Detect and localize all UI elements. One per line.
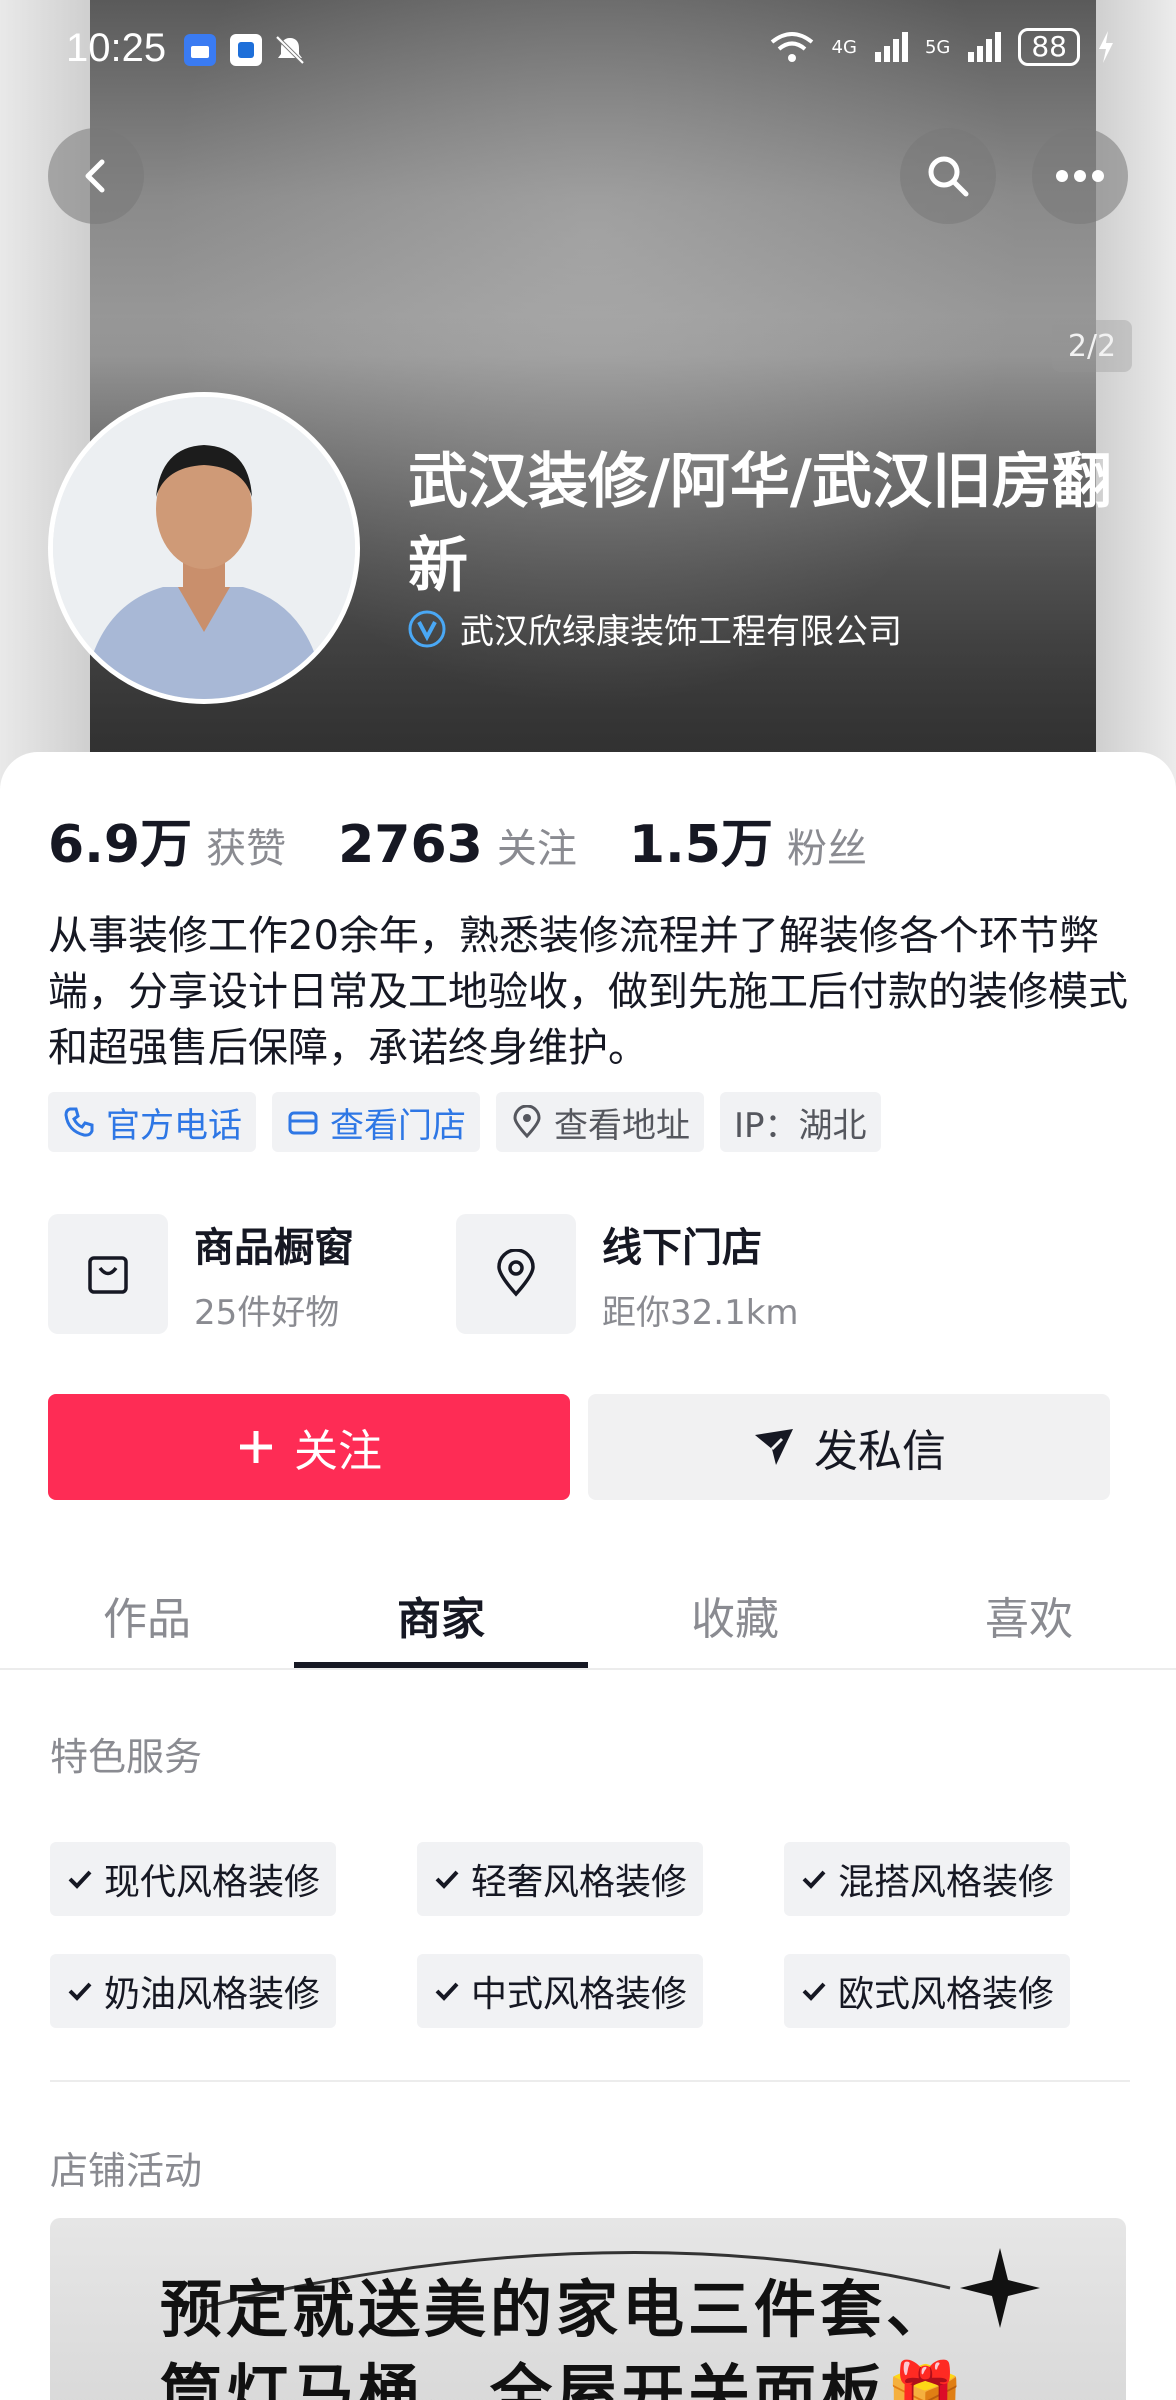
tag-label: IP：湖北 — [734, 1105, 867, 1146]
company-verification[interactable]: 武汉欣绿康装饰工程有限公司 — [408, 604, 902, 653]
likes-count: 6.9万 — [48, 815, 193, 875]
app-notification-icon — [184, 34, 216, 66]
follow-label: 关注 — [294, 1426, 382, 1477]
more-button[interactable] — [1032, 128, 1128, 224]
profile-name: 武汉装修/阿华/武汉旧房翻新 — [408, 447, 1112, 601]
company-name: 武汉欣绿康装饰工程有限公司 — [460, 612, 902, 652]
app-notification-icon-2 — [230, 34, 262, 66]
plus-icon — [240, 1431, 272, 1463]
store-icon — [288, 1111, 318, 1135]
message-label: 发私信 — [814, 1426, 946, 1477]
tab-works[interactable]: 作品 — [0, 1560, 294, 1670]
tab-likes[interactable]: 喜欢 — [882, 1560, 1176, 1670]
battery-indicator: 88 — [1018, 28, 1080, 66]
service-label: 混搭风格装修 — [838, 1862, 1055, 1903]
tag-ip-location: IP：湖北 — [720, 1092, 881, 1152]
search-button[interactable] — [900, 128, 996, 224]
signal-icon — [874, 32, 908, 62]
tab-merchant[interactable]: 商家 — [294, 1560, 588, 1670]
services-title: 特色服务 — [50, 1735, 203, 1779]
avatar-person-image — [53, 397, 355, 699]
more-dots-icon — [1056, 170, 1104, 182]
service-label: 轻奢风格装修 — [471, 1862, 688, 1903]
service-label: 中式风格装修 — [471, 1974, 688, 2015]
charging-icon — [1099, 31, 1113, 63]
service-chip[interactable]: 轻奢风格装修 — [417, 1842, 704, 1916]
store-title: 线下门店 — [602, 1224, 762, 1271]
activities-title: 店铺活动 — [50, 2149, 203, 2193]
profile-page: 10:25 4G 5G 88 2/2 武汉装修/阿华/武汉旧房翻新 武汉欣绿康装… — [0, 0, 1176, 2400]
stats-row: 6.9万 获赞 2763 关注 1.5万 粉丝 — [48, 802, 919, 877]
banner-line-2: 筒灯马桶、全屋开关面板🎁 — [160, 2357, 968, 2400]
service-label: 欧式风格装修 — [838, 1974, 1055, 2015]
location-icon — [497, 1249, 535, 1297]
check-icon — [68, 1982, 92, 2001]
service-chip[interactable]: 混搭风格装修 — [784, 1842, 1071, 1916]
shopping-bag-icon — [88, 1256, 128, 1294]
service-label: 现代风格装修 — [104, 1862, 321, 1903]
showcase-subtitle: 25件好物 — [194, 1292, 340, 1333]
check-icon — [68, 1870, 92, 1889]
cover-edge-right — [1096, 0, 1176, 790]
send-icon — [755, 1429, 793, 1465]
tag-label: 查看地址 — [554, 1105, 690, 1146]
phone-icon — [64, 1107, 94, 1137]
location-pin-icon — [513, 1105, 541, 1139]
following-label[interactable]: 关注 — [497, 816, 577, 874]
banner-text: 预定就送美的家电三件套、 筒灯马桶、全屋开关面板🎁 — [160, 2268, 1110, 2400]
profile-tabs: 作品 商家 收藏 喜欢 — [0, 1560, 1176, 1670]
back-button[interactable] — [48, 128, 144, 224]
profile-bio: 从事装修工作20余年，熟悉装修流程并了解装修各个环节弊端，分享设计日常及工地验收… — [48, 913, 1128, 1071]
avatar[interactable] — [48, 392, 360, 704]
tag-view-address[interactable]: 查看地址 — [496, 1092, 704, 1152]
store-icon-box — [456, 1214, 576, 1334]
service-label: 奶油风格装修 — [104, 1974, 321, 2015]
cover-edge-left — [0, 0, 90, 790]
cover-page-indicator: 2/2 — [1052, 320, 1132, 372]
back-arrow-icon — [85, 159, 105, 193]
tag-label: 官方电话 — [106, 1105, 242, 1146]
check-icon — [802, 1870, 826, 1889]
product-showcase-entry[interactable]: 商品橱窗 25件好物 — [48, 1214, 354, 1334]
likes-label: 获赞 — [206, 826, 287, 872]
service-chip[interactable]: 欧式风格装修 — [784, 1954, 1071, 2028]
status-bar: 10:25 4G 5G 88 — [0, 0, 1176, 100]
tag-view-store[interactable]: 查看门店 — [272, 1092, 480, 1152]
following-count[interactable]: 2763 — [338, 815, 483, 875]
profile-tags: 官方电话 查看门店 查看地址 IP：湖北 — [48, 1092, 881, 1152]
wifi-icon — [770, 32, 813, 62]
search-icon — [928, 156, 969, 197]
signal-icon-2 — [968, 32, 1002, 62]
section-divider — [50, 2080, 1130, 2082]
activity-banner[interactable]: 预定就送美的家电三件套、 筒灯马桶、全屋开关面板🎁 — [50, 2218, 1126, 2400]
tag-label: 查看门店 — [330, 1105, 466, 1146]
message-button[interactable]: 发私信 — [588, 1394, 1110, 1500]
check-icon — [435, 1870, 459, 1889]
offline-store-entry[interactable]: 线下门店 距你32.1km — [456, 1214, 799, 1334]
status-right-cluster: 4G 5G 88 — [768, 28, 1116, 66]
active-tab-indicator — [294, 1662, 588, 1668]
followers-label[interactable]: 粉丝 — [787, 816, 867, 874]
network-5g-label: 5G — [924, 36, 951, 58]
service-chip[interactable]: 中式风格装修 — [417, 1954, 704, 2028]
tag-official-phone[interactable]: 官方电话 — [48, 1092, 256, 1152]
showcase-icon-box — [48, 1214, 168, 1334]
followers-count[interactable]: 1.5万 — [629, 802, 773, 877]
mute-bell-icon — [275, 35, 305, 65]
status-time: 10:25 — [66, 26, 167, 70]
showcase-title: 商品橱窗 — [194, 1224, 354, 1271]
check-icon — [435, 1982, 459, 2001]
verified-badge-icon — [408, 610, 446, 647]
follow-button[interactable]: 关注 — [48, 1394, 570, 1500]
service-chip[interactable]: 现代风格装修 — [50, 1842, 337, 1916]
banner-line-1: 预定就送美的家电三件套、 — [160, 2273, 953, 2346]
tab-favorites[interactable]: 收藏 — [588, 1560, 882, 1670]
store-distance: 距你32.1km — [602, 1292, 799, 1333]
network-4g-label: 4G — [831, 36, 857, 58]
check-icon — [802, 1982, 826, 2001]
service-chip[interactable]: 奶油风格装修 — [50, 1954, 337, 2028]
